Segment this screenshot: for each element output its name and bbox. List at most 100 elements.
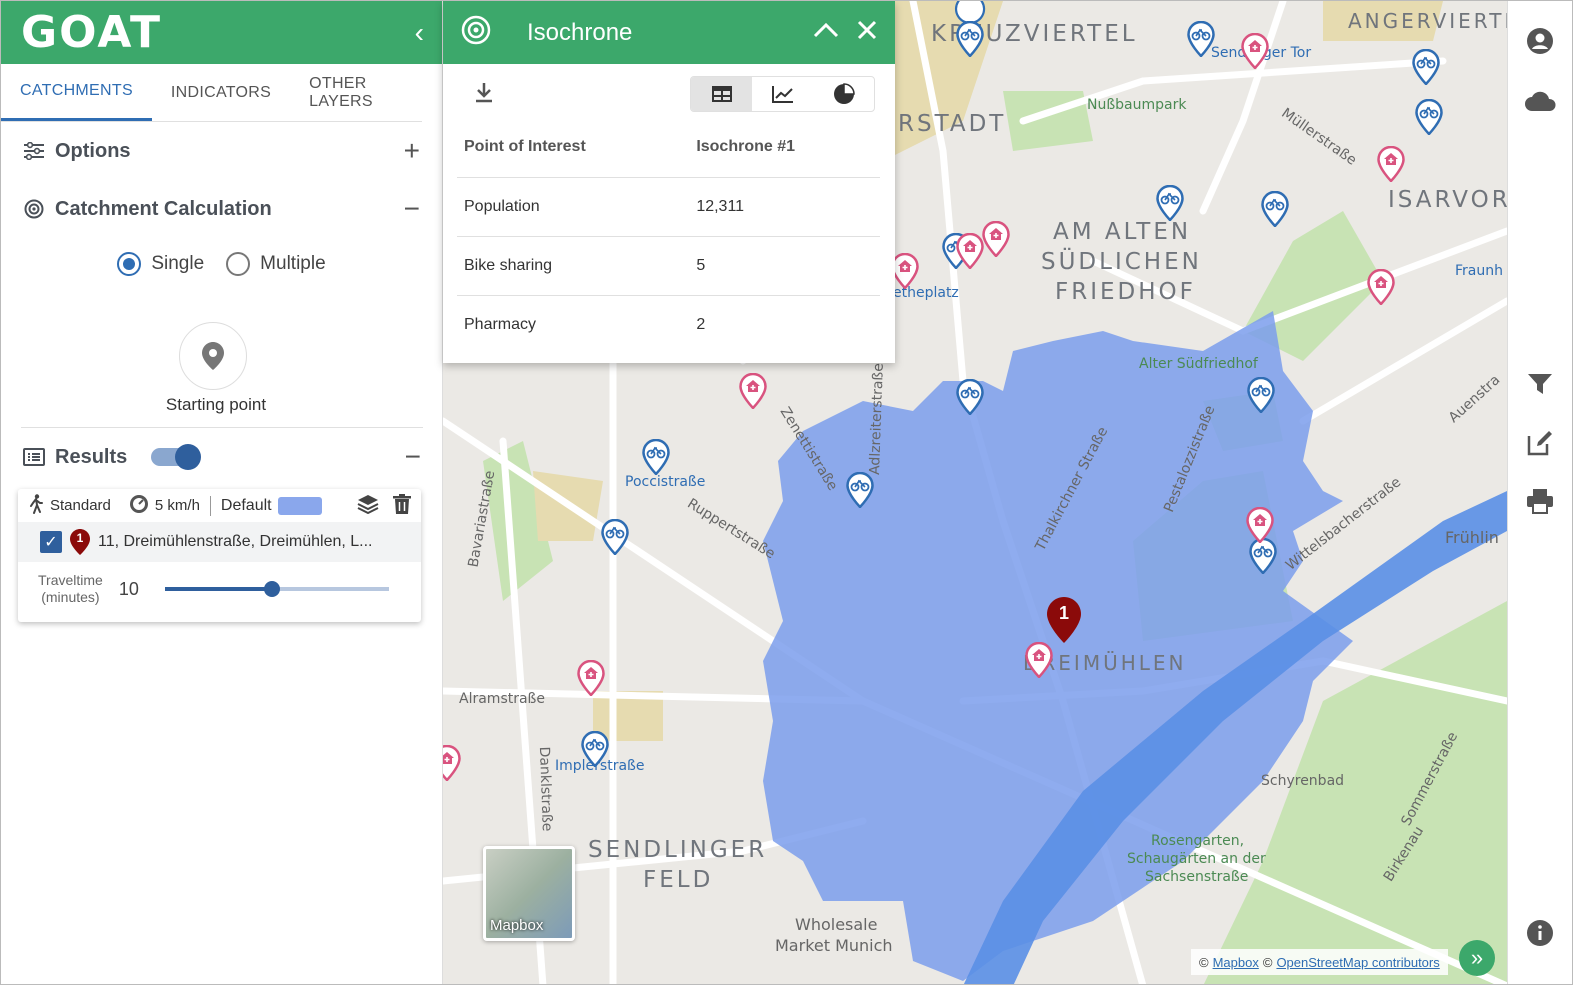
- bike-sharing-pin-icon[interactable]: [642, 439, 670, 475]
- collapse-panel-button[interactable]: ‹: [415, 17, 424, 49]
- tab-indicators[interactable]: INDICATORS: [152, 64, 290, 121]
- map-attribution: © Mapbox © OpenStreetMap contributors: [1191, 949, 1448, 975]
- traveltime-slider[interactable]: [164, 581, 389, 597]
- pharmacy-pin-icon[interactable]: [443, 745, 461, 781]
- color-swatch[interactable]: [277, 496, 322, 515]
- results-toggle[interactable]: [151, 444, 202, 470]
- map-label-am-alten-2: SÜDLICHEN: [1041, 249, 1202, 275]
- map-label-rosengarten-3: Sachsenstraße: [1145, 869, 1249, 885]
- map-pin-icon: [202, 342, 224, 370]
- bike-sharing-pin-icon[interactable]: [601, 519, 629, 555]
- map-label-sendlinger-1: SENDLINGER: [588, 837, 768, 863]
- print-icon[interactable]: [1524, 485, 1556, 517]
- pharmacy-pin-icon[interactable]: [1377, 146, 1405, 182]
- tab-other-layers[interactable]: OTHER LAYERS: [290, 64, 422, 121]
- selected-location-marker[interactable]: 1: [1047, 597, 1081, 643]
- catchment-section[interactable]: Catchment Calculation −: [1, 180, 442, 238]
- popup-toolbar: [443, 64, 895, 124]
- edit-icon[interactable]: [1524, 427, 1556, 459]
- chevron-up-icon[interactable]: [813, 22, 839, 43]
- target-icon: [461, 15, 491, 50]
- map-label-nussbaumpark: Nußbaumpark: [1087, 97, 1187, 113]
- pharmacy-pin-icon[interactable]: [982, 221, 1010, 257]
- result-row: ✓ 1 11, Dreimühlenstraße, Dreimühlen, L.…: [18, 522, 421, 562]
- walking-icon: [28, 493, 44, 518]
- traveltime-label-line1: Traveltime: [38, 572, 103, 588]
- table-header: Isochrone #1: [689, 118, 880, 178]
- close-icon[interactable]: [857, 20, 877, 45]
- options-title: Options: [55, 139, 131, 162]
- map-label-wholesale-2: Market Munich: [775, 936, 893, 955]
- pharmacy-pin-icon[interactable]: [956, 233, 984, 269]
- radio-single-dot[interactable]: [117, 252, 142, 276]
- sliders-icon: [23, 140, 45, 162]
- account-icon[interactable]: [1524, 25, 1556, 57]
- cloud-icon[interactable]: [1524, 85, 1556, 117]
- bike-sharing-pin-icon[interactable]: [956, 21, 984, 57]
- radio-multiple-dot[interactable]: [226, 252, 251, 276]
- pharmacy-pin-icon[interactable]: [577, 660, 605, 696]
- mapbox-link[interactable]: Mapbox: [1213, 955, 1259, 970]
- pie-chart-icon: [833, 83, 855, 104]
- radio-multiple[interactable]: Multiple: [226, 252, 326, 276]
- collapse-results-button[interactable]: −: [405, 441, 421, 473]
- pharmacy-pin-icon[interactable]: [1241, 33, 1269, 69]
- map-label-alter-suedfriedhof: Alter Südfriedhof: [1139, 356, 1258, 372]
- card-header: Standard 5 km/h Default: [18, 489, 421, 522]
- traveltime-value: 10: [118, 578, 139, 599]
- options-section[interactable]: Options +: [1, 122, 442, 180]
- popup-header: Isochrone: [443, 1, 895, 64]
- pharmacy-pin-icon[interactable]: [739, 373, 767, 409]
- bike-sharing-pin-icon[interactable]: [1249, 538, 1277, 574]
- results-section: Results −: [1, 428, 443, 486]
- results-table: Point of Interest Isochrone #1 Populatio…: [457, 118, 880, 354]
- collapse-catchment-button[interactable]: −: [404, 193, 420, 225]
- map-label-poccistrasse: Poccistraße: [625, 474, 706, 490]
- traveltime-label-line2: (minutes): [41, 589, 100, 605]
- map-label-rosengarten-2: Schaugärten an der: [1127, 851, 1266, 867]
- style-label: Default: [220, 496, 272, 514]
- table-cell: 2: [696, 315, 706, 333]
- copyright-symbol: ©: [1199, 954, 1209, 970]
- slider-knob[interactable]: [264, 581, 281, 597]
- bike-sharing-pin-icon[interactable]: [1415, 99, 1443, 135]
- routing-mode: Standard: [50, 497, 111, 514]
- expand-options-button[interactable]: +: [404, 135, 420, 167]
- bike-sharing-pin-icon[interactable]: [1247, 377, 1275, 413]
- delete-icon[interactable]: [393, 493, 411, 518]
- pie-chart-view-button[interactable]: [813, 77, 874, 111]
- osm-link[interactable]: OpenStreetMap contributors: [1276, 955, 1439, 970]
- bike-sharing-pin-icon[interactable]: [846, 472, 874, 508]
- starting-point-button[interactable]: [179, 322, 247, 390]
- app-logo: GOAT: [21, 7, 162, 58]
- result-checkbox[interactable]: ✓: [40, 531, 62, 553]
- info-icon[interactable]: [1524, 917, 1556, 949]
- bike-sharing-pin-icon[interactable]: [1412, 49, 1440, 85]
- table-header-row: Point of Interest Isochrone #1: [457, 118, 880, 178]
- bike-sharing-pin-icon[interactable]: [1156, 185, 1184, 221]
- bike-sharing-pin-icon[interactable]: [1261, 191, 1289, 227]
- filter-icon[interactable]: [1524, 368, 1556, 400]
- pharmacy-pin-icon[interactable]: [1367, 269, 1395, 305]
- pharmacy-pin-icon[interactable]: [1246, 507, 1274, 543]
- pharmacy-pin-icon[interactable]: [1025, 642, 1053, 678]
- bike-sharing-pin-icon[interactable]: [956, 379, 984, 415]
- list-icon: [23, 446, 45, 468]
- table-view-button[interactable]: [691, 77, 752, 111]
- download-icon[interactable]: [473, 81, 495, 108]
- starting-point-label: Starting point: [165, 395, 267, 414]
- bike-sharing-pin-icon[interactable]: [581, 731, 609, 767]
- pharmacy-pin-icon[interactable]: [891, 253, 919, 289]
- map-label-isarvor: ISARVOR: [1388, 187, 1507, 213]
- map-label-angerviertel: ANGERVIERTEL: [1348, 9, 1507, 33]
- right-toolbar: [1507, 1, 1572, 984]
- basemap-switcher[interactable]: Mapbox: [483, 846, 575, 941]
- layers-icon[interactable]: [357, 494, 379, 518]
- left-panel: GOAT ‹ CATCHMENTS INDICATORS OTHER LAYER…: [1, 1, 443, 984]
- bike-sharing-pin-icon[interactable]: [1187, 21, 1215, 57]
- speed-value: 5 km/h: [154, 497, 200, 514]
- expand-attribution-button[interactable]: »: [1459, 940, 1495, 976]
- radio-single[interactable]: Single: [117, 252, 204, 276]
- tab-catchments[interactable]: CATCHMENTS: [1, 64, 152, 121]
- line-chart-view-button[interactable]: [752, 77, 813, 111]
